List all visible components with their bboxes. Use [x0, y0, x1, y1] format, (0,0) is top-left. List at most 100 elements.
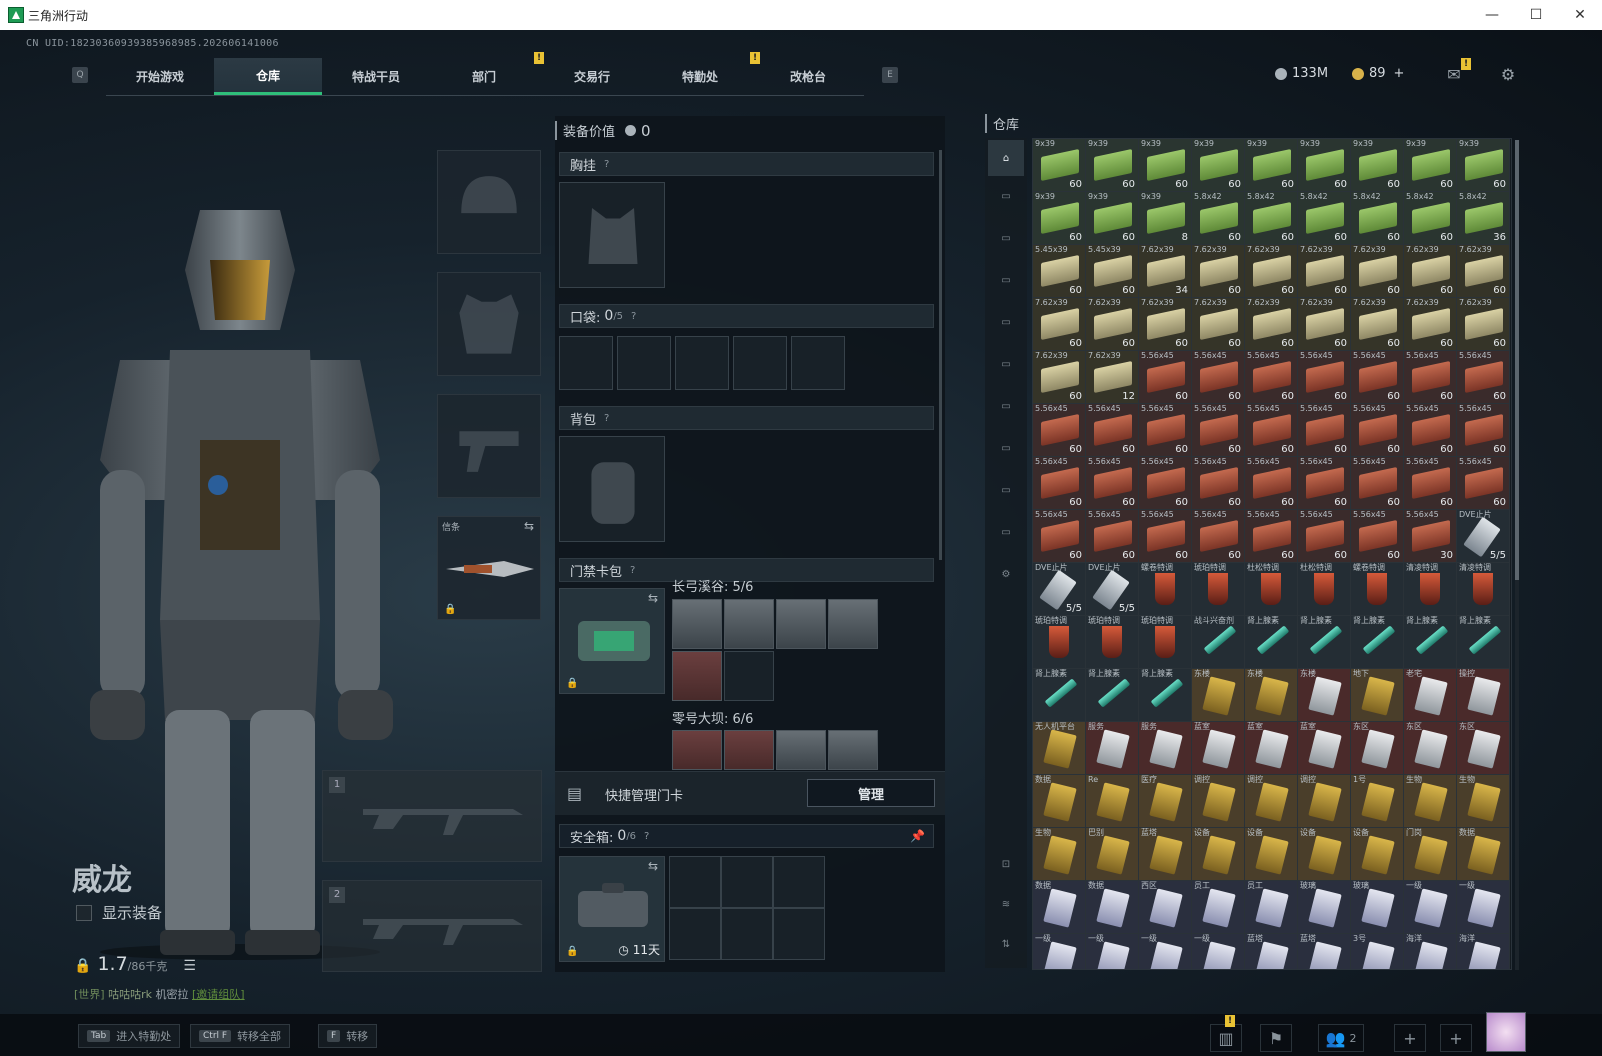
- layers-icon[interactable]: ≋: [994, 892, 1018, 916]
- warehouse-item[interactable]: 5.56x45 60: [1457, 457, 1510, 510]
- warehouse-item[interactable]: 一级: [1457, 881, 1510, 934]
- flag-icon[interactable]: ⚑: [1260, 1024, 1292, 1052]
- pistol-slot[interactable]: [437, 394, 541, 498]
- keycard[interactable]: [828, 599, 878, 649]
- help-icon[interactable]: ?: [631, 311, 636, 322]
- keycard[interactable]: [672, 599, 722, 649]
- chest-rig-slot[interactable]: [559, 182, 665, 288]
- warehouse-item[interactable]: 操控: [1457, 669, 1510, 722]
- warehouse-item[interactable]: 5.56x45 60: [1404, 351, 1457, 404]
- warehouse-item[interactable]: 蓝室: [1298, 722, 1351, 775]
- warehouse-item[interactable]: 9x39 60: [1245, 139, 1298, 192]
- backpack-slot[interactable]: [559, 436, 665, 542]
- warehouse-item[interactable]: 生物: [1033, 828, 1086, 881]
- tab-department[interactable]: 部门!: [430, 52, 544, 95]
- warehouse-item[interactable]: 9x39 60: [1033, 139, 1086, 192]
- gold-currency[interactable]: 89 +: [1352, 66, 1404, 81]
- warehouse-item[interactable]: 5.56x45 60: [1457, 351, 1510, 404]
- category-icon[interactable]: ▭: [994, 520, 1018, 544]
- keycard[interactable]: [776, 730, 826, 770]
- maximize-button[interactable]: ☐: [1514, 0, 1558, 30]
- category-icon[interactable]: ▭: [994, 184, 1018, 208]
- weight-detail-list-icon[interactable]: ☰: [183, 958, 196, 974]
- avatar[interactable]: [1486, 1012, 1526, 1052]
- warehouse-item[interactable]: 5.8x42 60: [1404, 192, 1457, 245]
- warehouse-item[interactable]: 海洋: [1404, 934, 1457, 969]
- tab-warehouse[interactable]: 仓库: [214, 58, 322, 95]
- keycard[interactable]: [672, 730, 722, 770]
- category-all-icon[interactable]: ⌂: [988, 140, 1024, 176]
- warehouse-item[interactable]: 数据: [1033, 881, 1086, 934]
- warehouse-item[interactable]: 9x39 60: [1033, 192, 1086, 245]
- close-button[interactable]: ✕: [1558, 0, 1602, 30]
- category-icon[interactable]: ▭: [994, 478, 1018, 502]
- tab-market[interactable]: 交易行: [538, 58, 646, 95]
- warehouse-item[interactable]: 东楼: [1192, 669, 1245, 722]
- help-icon[interactable]: ?: [630, 565, 635, 576]
- warehouse-item[interactable]: 5.56x45 60: [1086, 457, 1139, 510]
- helmet-slot[interactable]: [437, 150, 541, 254]
- warehouse-item[interactable]: 7.62x39 60: [1139, 298, 1192, 351]
- warehouse-item[interactable]: 员工: [1245, 881, 1298, 934]
- warehouse-item[interactable]: 蓝塔: [1298, 934, 1351, 969]
- loadout-scrollbar[interactable]: [939, 150, 942, 560]
- warehouse-item[interactable]: 东楼: [1298, 669, 1351, 722]
- category-icon[interactable]: ▭: [994, 436, 1018, 460]
- warehouse-item[interactable]: 5.56x45 60: [1298, 404, 1351, 457]
- keycard[interactable]: [724, 599, 774, 649]
- pocket-slot[interactable]: [617, 336, 671, 390]
- warehouse-item[interactable]: 5.8x42 60: [1351, 192, 1404, 245]
- warehouse-item[interactable]: 7.62x39 60: [1086, 298, 1139, 351]
- warehouse-item[interactable]: 5.56x45 60: [1033, 510, 1086, 563]
- tab-special-ops[interactable]: 特勤处!: [646, 52, 760, 95]
- secondary-weapon-slot[interactable]: 2: [322, 880, 542, 972]
- warehouse-item[interactable]: 玻璃: [1351, 881, 1404, 934]
- warehouse-item[interactable]: 5.56x45 60: [1298, 351, 1351, 404]
- warehouse-item[interactable]: 9x39 60: [1086, 192, 1139, 245]
- warehouse-item[interactable]: 5.56x45 60: [1139, 510, 1192, 563]
- warehouse-item[interactable]: 一级: [1139, 934, 1192, 969]
- warehouse-item[interactable]: 5.8x42 60: [1245, 192, 1298, 245]
- swap-icon[interactable]: ⇆: [524, 519, 534, 533]
- warehouse-item[interactable]: 东区: [1404, 722, 1457, 775]
- warehouse-item[interactable]: DVE止片 5/5: [1457, 510, 1510, 563]
- warehouse-item[interactable]: 5.56x45 60: [1192, 404, 1245, 457]
- settings-gear-icon[interactable]: ⚙: [1497, 64, 1519, 84]
- hint-transfer-all[interactable]: Ctrl F 转移全部: [190, 1024, 291, 1048]
- warehouse-item[interactable]: 蓝室: [1192, 722, 1245, 775]
- warehouse-item[interactable]: 7.62x39 60: [1457, 245, 1510, 298]
- warehouse-item[interactable]: 蓝塔: [1139, 828, 1192, 881]
- warehouse-item[interactable]: 一级: [1404, 881, 1457, 934]
- warehouse-item[interactable]: 蓝塔: [1245, 934, 1298, 969]
- warehouse-item[interactable]: 7.62x39 34: [1139, 245, 1192, 298]
- warehouse-item[interactable]: 5.56x45 60: [1139, 351, 1192, 404]
- warehouse-item[interactable]: 调控: [1192, 775, 1245, 828]
- hint-transfer[interactable]: F 转移: [318, 1024, 378, 1048]
- warehouse-item[interactable]: 肾上腺素: [1404, 616, 1457, 669]
- category-icon[interactable]: ▭: [994, 394, 1018, 418]
- warehouse-item[interactable]: 一级: [1086, 934, 1139, 969]
- warehouse-item[interactable]: 服务: [1086, 722, 1139, 775]
- warehouse-item[interactable]: 5.45x39 60: [1086, 245, 1139, 298]
- warehouse-item[interactable]: 7.62x39 60: [1245, 298, 1298, 351]
- warehouse-item[interactable]: 7.62x39 60: [1457, 298, 1510, 351]
- warehouse-item[interactable]: 设备: [1298, 828, 1351, 881]
- safe-box-cell[interactable]: [669, 908, 721, 960]
- warehouse-item[interactable]: 肾上腺素: [1245, 616, 1298, 669]
- pocket-slot[interactable]: [733, 336, 787, 390]
- keycard[interactable]: [724, 730, 774, 770]
- warehouse-item[interactable]: 5.56x45 60: [1139, 457, 1192, 510]
- warehouse-item[interactable]: 琥珀特调: [1086, 616, 1139, 669]
- warehouse-item[interactable]: 7.62x39 60: [1245, 245, 1298, 298]
- warehouse-item[interactable]: 9x39 60: [1351, 139, 1404, 192]
- minimize-button[interactable]: —: [1470, 0, 1514, 30]
- category-icon[interactable]: ▭: [994, 352, 1018, 376]
- warehouse-item[interactable]: 5.8x42 60: [1298, 192, 1351, 245]
- warehouse-item[interactable]: 调控: [1245, 775, 1298, 828]
- warehouse-item[interactable]: 服务: [1139, 722, 1192, 775]
- warehouse-item[interactable]: 设备: [1351, 828, 1404, 881]
- invite-team-link[interactable]: [邀请组队]: [192, 988, 245, 1001]
- warehouse-item[interactable]: 医疗: [1139, 775, 1192, 828]
- warehouse-item[interactable]: 5.8x42 60: [1192, 192, 1245, 245]
- friends-button[interactable]: 👥 2: [1318, 1024, 1364, 1052]
